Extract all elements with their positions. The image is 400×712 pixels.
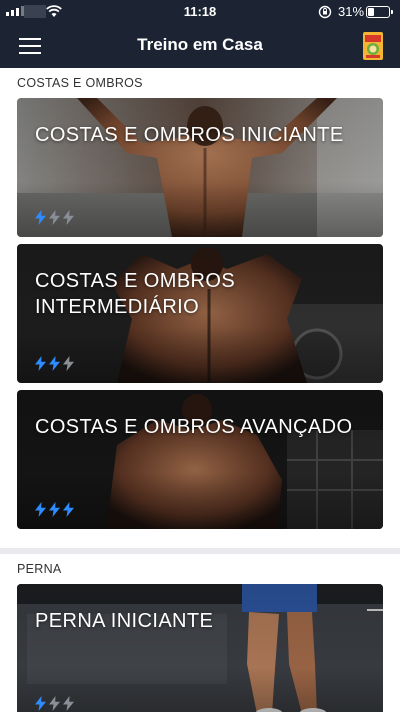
lightning-bolt-icon-active bbox=[63, 502, 74, 517]
workout-title: COSTAS E OMBROS INTERMEDIÁRIO bbox=[35, 270, 236, 318]
page-title: Treino em Casa bbox=[137, 35, 263, 54]
lightning-bolt-icon-active bbox=[49, 502, 60, 517]
workout-title: PERNA INICIANTE bbox=[35, 610, 214, 632]
lightning-bolt-icon-inactive bbox=[63, 696, 74, 711]
workout-list[interactable]: COSTAS E OMBROS COSTAS E OMBROS INICIANT… bbox=[0, 68, 400, 712]
battery-fill bbox=[368, 8, 374, 16]
lightning-bolt-icon-active bbox=[35, 696, 46, 711]
battery-icon bbox=[366, 6, 393, 18]
lightning-bolt-icon-inactive bbox=[63, 210, 74, 225]
status-bar: 11:18 31% bbox=[0, 0, 400, 24]
workout-card[interactable]: COSTAS E OMBROS INICIANTE bbox=[17, 98, 383, 237]
difficulty-rating bbox=[34, 210, 75, 225]
navigation-bar: Treino em Casa bbox=[0, 24, 400, 68]
lightning-bolt-icon-active bbox=[35, 502, 46, 517]
workout-title: COSTAS E OMBROS AVANÇADO bbox=[35, 416, 353, 438]
workout-card[interactable]: PERNA INICIANTE bbox=[17, 584, 383, 712]
difficulty-rating bbox=[34, 696, 75, 711]
lightning-bolt-icon-inactive bbox=[49, 210, 60, 225]
rotation-lock-icon bbox=[318, 5, 332, 19]
battery-percentage: 31% bbox=[338, 4, 365, 19]
section-header: PERNA bbox=[17, 562, 62, 576]
lightning-bolt-icon-active bbox=[49, 356, 60, 371]
workout-card[interactable]: COSTAS E OMBROS AVANÇADO bbox=[17, 390, 383, 529]
lightning-bolt-icon-active bbox=[35, 210, 46, 225]
lightning-bolt-icon-active bbox=[35, 356, 46, 371]
lightning-bolt-icon-inactive bbox=[49, 696, 60, 711]
difficulty-rating bbox=[34, 502, 75, 517]
workout-card[interactable]: COSTAS E OMBROS INTERMEDIÁRIO bbox=[17, 244, 383, 383]
difficulty-rating bbox=[34, 356, 75, 371]
app-promo-thumbnail[interactable] bbox=[363, 32, 383, 60]
section-header: COSTAS E OMBROS bbox=[17, 76, 143, 90]
workout-title: COSTAS E OMBROS INICIANTE bbox=[35, 124, 344, 146]
lightning-bolt-icon-inactive bbox=[63, 356, 74, 371]
